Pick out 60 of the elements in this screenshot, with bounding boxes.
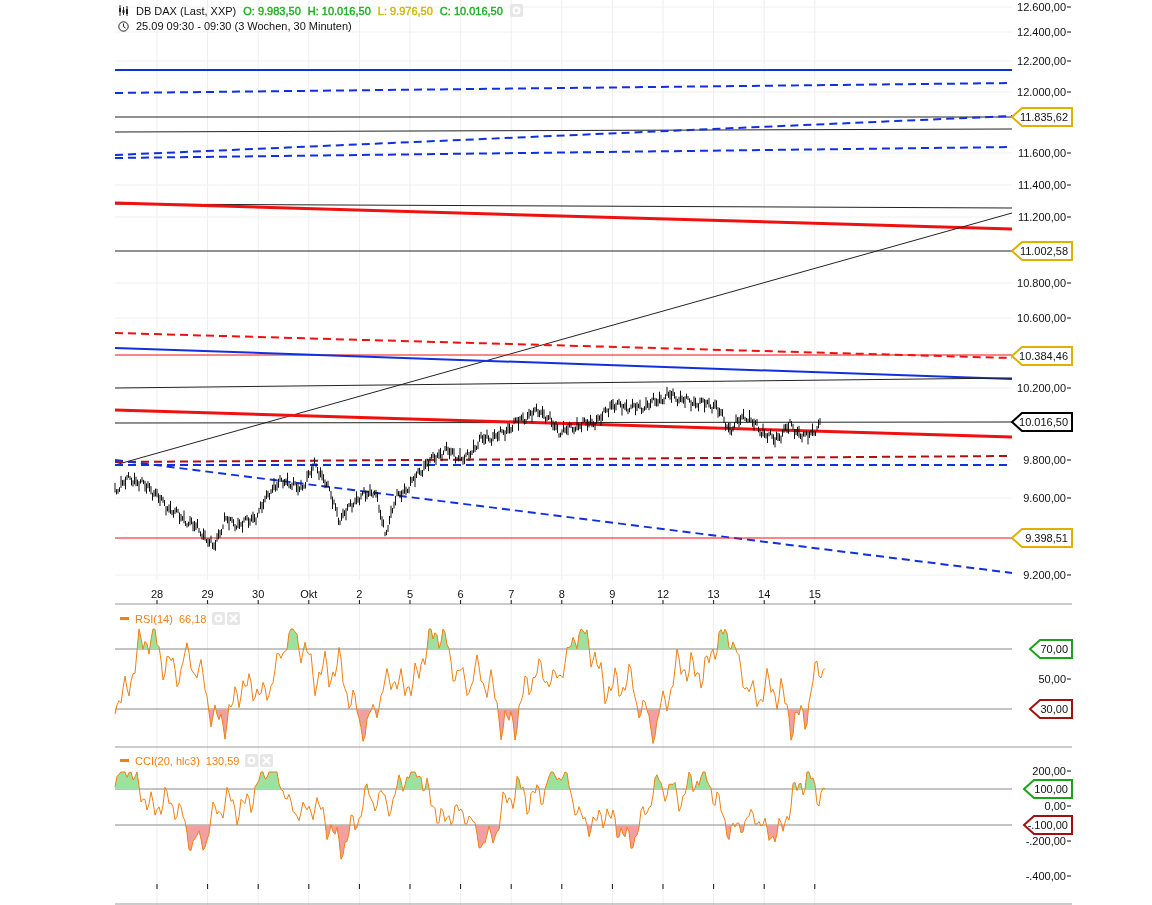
date-label: 2 [356, 588, 363, 605]
indicator-value: 66,18 [178, 612, 207, 625]
price-marker: 100,00 [1022, 779, 1073, 799]
date-label: 7 [508, 588, 515, 605]
axis-tick-label: 11.200,00 [1017, 211, 1072, 223]
axis-tick-label: 11.600,00 [1017, 147, 1072, 159]
instrument-title: DB DAX (Last, XXP) [136, 4, 237, 17]
settings-button[interactable] [245, 754, 259, 767]
price-marker: 30,00 [1028, 699, 1073, 719]
date-label: 30 [252, 588, 265, 605]
candlestick-icon [118, 5, 129, 16]
axis-tick-label: 10.600,00 [1017, 312, 1072, 324]
axis-tick-label: 10.800,00 [1017, 277, 1072, 289]
date-label: 8 [558, 588, 565, 605]
axis-tick-label: 12.600,00 [1017, 1, 1072, 13]
date-label: 15 [808, 588, 821, 605]
quote-value: H: 10.016,50 [307, 4, 371, 17]
price-marker: 11.002,58 [1010, 241, 1073, 261]
date-label: Okt [300, 588, 318, 605]
quote-value: L: 9.976,50 [377, 4, 433, 17]
quote-value: C: 10.016,50 [439, 4, 503, 17]
price-marker: -.100,00 [1022, 815, 1073, 835]
settings-button[interactable] [212, 612, 226, 625]
price-marker: 10.384,46 [1010, 346, 1073, 366]
price-marker: 70,00 [1028, 639, 1073, 659]
date-label: 5 [406, 588, 414, 605]
date-label: 28 [150, 588, 164, 605]
series-color-icon [120, 617, 129, 620]
close-button[interactable] [227, 612, 241, 625]
indicator-value: 130,59 [205, 754, 240, 767]
axis-tick-label: 9.800,00 [1023, 454, 1072, 466]
indicator-name: CCI(20, hlc3) [135, 754, 200, 767]
axis-tick-label: 12.200,00 [1017, 55, 1072, 67]
period-label: 25.09 09:30 - 09:30 (3 Wochen, 30 Minuten) [136, 20, 352, 32]
price-marker: 9.398,51 [1010, 528, 1073, 548]
price-marker: 11.835,62 [1010, 107, 1073, 127]
close-button[interactable] [260, 754, 274, 767]
series-color-icon [120, 759, 129, 762]
axis-tick-label: 10.200,00 [1017, 382, 1072, 394]
axis-tick-label: 200,00 [1032, 765, 1072, 777]
axis-tick-label: 9.200,00 [1023, 569, 1072, 581]
date-label: 6 [457, 588, 464, 605]
axis-tick-label: 11.400,00 [1017, 179, 1072, 191]
clock-icon [118, 20, 129, 32]
axis-tick-label: 12.000,00 [1017, 86, 1072, 98]
axis-tick-label: 12.400,00 [1017, 26, 1072, 38]
axis-tick-label: 9.600,00 [1023, 492, 1072, 504]
axis-tick-label: -.400,00 [1025, 870, 1072, 882]
date-label: 12 [656, 588, 670, 605]
date-label: 9 [609, 588, 616, 605]
date-label: 29 [201, 588, 214, 605]
indicator-name: RSI(14) [135, 612, 173, 625]
price-marker: 10.016,50 [1010, 412, 1073, 432]
axis-tick-label: 50,00 [1038, 673, 1072, 685]
date-label: 13 [707, 588, 720, 605]
axis-tick-label: 0,00 [1044, 800, 1072, 812]
settings-button[interactable] [509, 4, 523, 17]
axis-tick-label: -.200,00 [1025, 835, 1072, 847]
date-label: 14 [758, 588, 771, 605]
quote-value: O: 9.983,50 [243, 4, 301, 17]
